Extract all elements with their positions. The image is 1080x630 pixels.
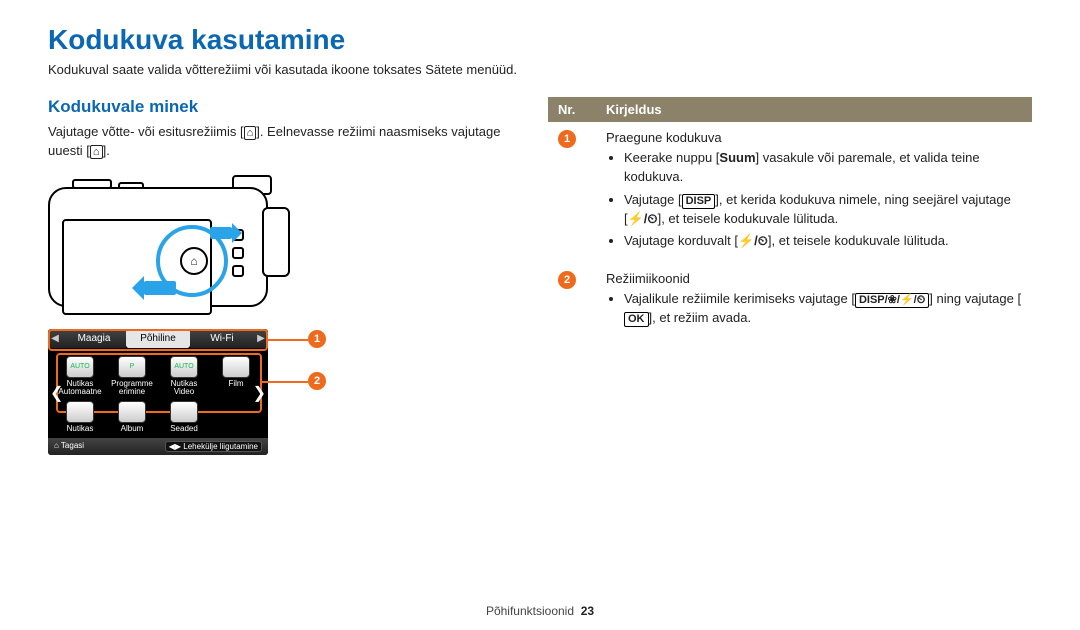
row-number-1: 1 [558, 130, 576, 148]
row2-bullet1: Vajalikule režiimile kerimiseks vajutage… [624, 290, 1022, 328]
flash-timer-icon: ⚡/⏲ [628, 211, 658, 226]
instruction-paragraph: Vajutage võtte- või esitusrežiimis [⌂]. … [48, 123, 508, 161]
row-number-2: 2 [558, 271, 576, 289]
section-heading: Kodukuvale minek [48, 97, 508, 117]
mode-smart-video[interactable]: AUTONutikasVideo [160, 356, 208, 398]
mode-smart[interactable]: Nutikas [56, 401, 104, 434]
ok-key: OK [624, 312, 649, 327]
description-table: Nr. Kirjeldus 1 Praegune kodukuva Keerak… [548, 97, 1032, 340]
flash-timer-icon: ⚡/⏲ [738, 233, 768, 248]
col-header-nr: Nr. [548, 97, 596, 122]
callout-number-2: 2 [308, 372, 326, 390]
callout-line [268, 339, 308, 341]
table-row: 2 Režiimiikoonid Vajalikule režiimile ke… [548, 263, 1032, 340]
home-icon: ⌂ [244, 126, 257, 140]
mode-album[interactable]: Album [108, 401, 156, 434]
home-icon: ⌂ [54, 441, 59, 450]
row1-title: Praegune kodukuva [606, 130, 1022, 145]
back-label[interactable]: Tagasi [61, 441, 84, 450]
camera-illustration: ⌂ [48, 169, 508, 319]
page-next[interactable]: ❯ [253, 383, 266, 403]
mode-icon-grid: ❮ ❯ AUTONutikasAutomaatne PProgrammeerim… [48, 348, 268, 438]
page-title: Kodukuva kasutamine [48, 24, 1032, 56]
row2-title: Režiimiikoonid [606, 271, 1022, 286]
home-screen-mockup: 1 2 ◀ Maagia Põhiline Wi-Fi ▶ ❮ ❯ AUTONu… [48, 329, 308, 455]
callout-number-1: 1 [308, 330, 326, 348]
home-button-on-camera: ⌂ [180, 247, 208, 275]
mode-settings[interactable]: Seaded [160, 401, 208, 434]
home-icon: ⌂ [90, 145, 103, 159]
mode-program[interactable]: PProgrammeerimine [108, 356, 156, 398]
col-header-desc: Kirjeldus [596, 97, 1032, 122]
ui-footer: ⌂ Tagasi ◀▶ Lehekülje liigutamine [48, 438, 268, 455]
arrow-right-icon [210, 227, 232, 239]
row1-bullet2: Vajutage [DISP], et kerida kodukuva nime… [624, 191, 1022, 229]
row1-bullet3: Vajutage korduvalt [⚡/⏲], et teisele kod… [624, 232, 1022, 251]
page-prev[interactable]: ❮ [50, 383, 63, 403]
disp-key: DISP [682, 194, 716, 209]
arrow-left-icon [144, 281, 176, 295]
page-move-hint: ◀▶ Lehekülje liigutamine [165, 441, 262, 452]
nav-keys: DISP/❀/⚡/⏲ [855, 293, 929, 308]
intro-text: Kodukuval saate valida võtterežiimi või … [48, 62, 1032, 77]
row1-bullet1: Keerake nuppu [Suum] vasakule või parema… [624, 149, 1022, 187]
callout-line [262, 381, 308, 383]
table-row: 1 Praegune kodukuva Keerake nuppu [Suum]… [548, 122, 1032, 263]
page-footer: Põhifunktsioonid 23 [0, 604, 1080, 618]
